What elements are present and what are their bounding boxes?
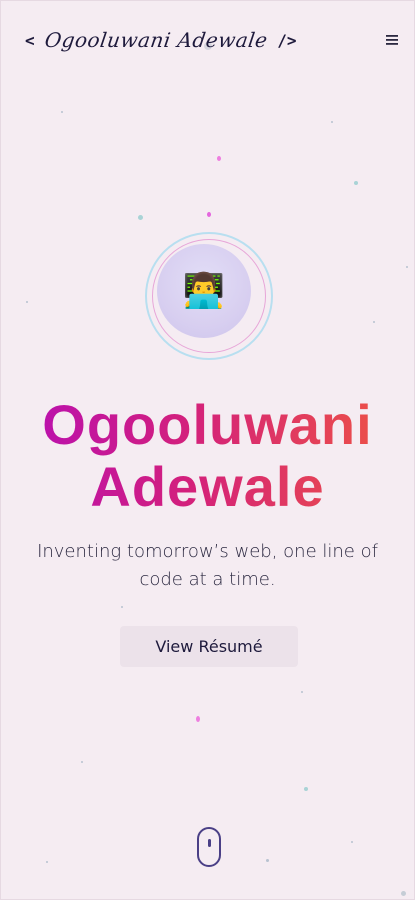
- technologist-icon: 👨‍💻: [182, 271, 226, 311]
- hero-name-line2: Adewale: [90, 455, 325, 518]
- hero-name: Ogooluwani Adewale: [1, 394, 414, 518]
- mouse-scroll-icon[interactable]: [197, 827, 221, 867]
- tagline-line2: code at a time.: [139, 569, 276, 590]
- logo-open-bracket: <: [25, 30, 35, 50]
- site-header: < Ogooluwani Adewale />: [25, 23, 402, 57]
- logo-close-bracket: />: [277, 30, 297, 50]
- tagline-line1: Inventing tomorrow’s web, one line of: [37, 541, 378, 562]
- view-resume-button[interactable]: View Résumé: [120, 626, 298, 667]
- avatar-ring: 👨‍💻: [145, 232, 273, 360]
- logo-signature: Ogooluwani Adewale: [42, 28, 269, 52]
- hamburger-menu-icon: [386, 35, 398, 45]
- avatar: 👨‍💻: [157, 244, 251, 338]
- hero-tagline: Inventing tomorrow’s web, one line of co…: [21, 538, 394, 594]
- page: < Ogooluwani Adewale /> 👨‍💻 Ogooluwani A…: [0, 0, 415, 900]
- menu-button[interactable]: [382, 30, 402, 50]
- scroll-wheel: [208, 839, 211, 847]
- logo-link[interactable]: < Ogooluwani Adewale />: [25, 28, 297, 52]
- hero-name-line1: Ogooluwani: [42, 393, 373, 456]
